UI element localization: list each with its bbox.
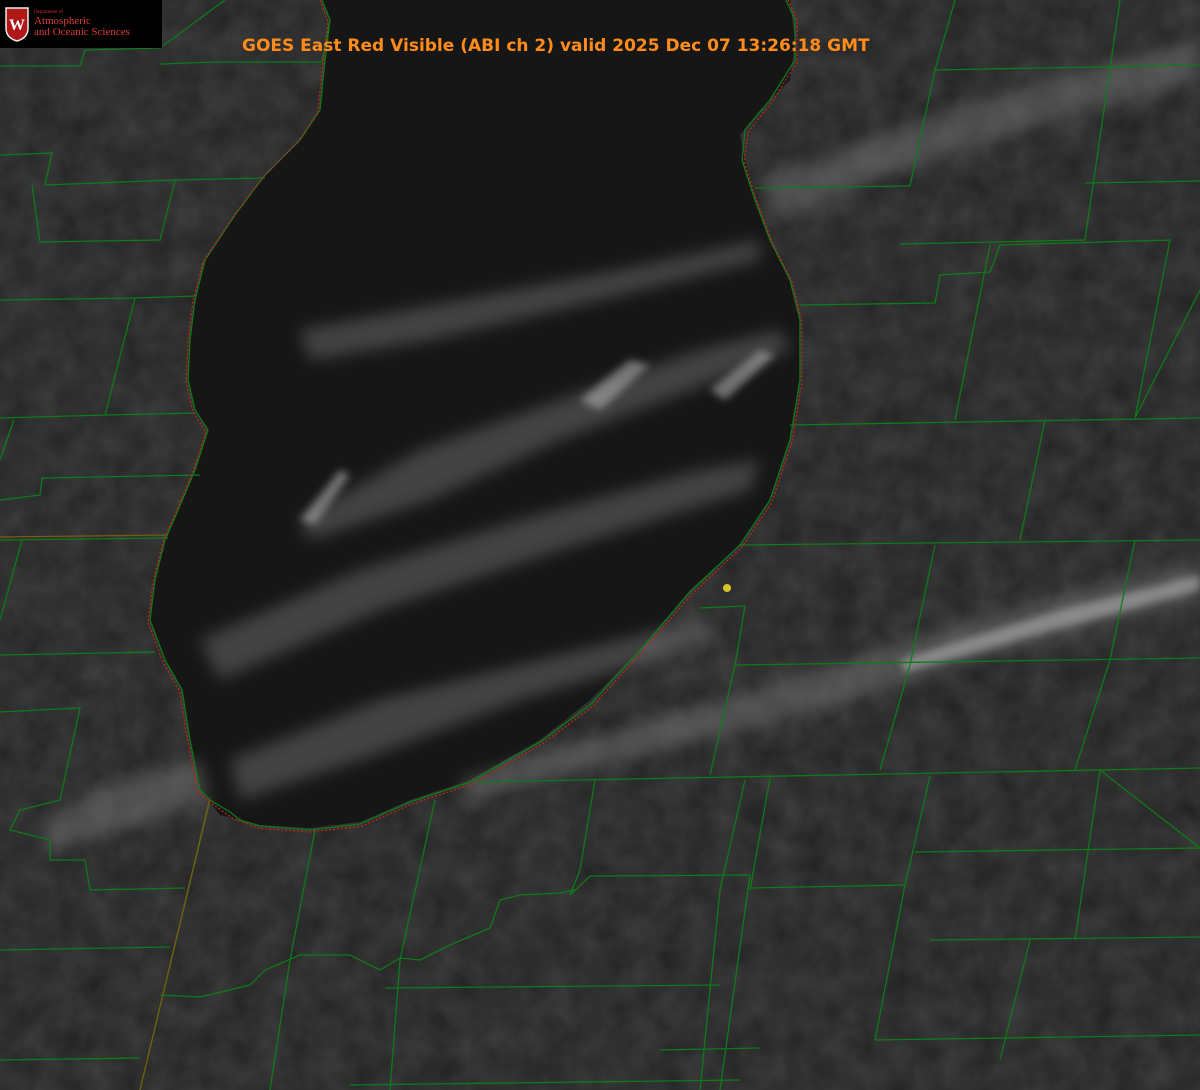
university-logo: W Department of Atmospheric and Oceanic …	[0, 0, 162, 48]
seal-letter: W	[9, 17, 25, 34]
station-dot-icon	[723, 584, 731, 592]
university-seal-icon: W	[5, 7, 29, 42]
logo-line2: and Oceanic Sciences	[34, 26, 130, 38]
satellite-map	[0, 0, 1200, 1090]
product-title: GOES East Red Visible (ABI ch 2) valid 2…	[242, 36, 870, 56]
